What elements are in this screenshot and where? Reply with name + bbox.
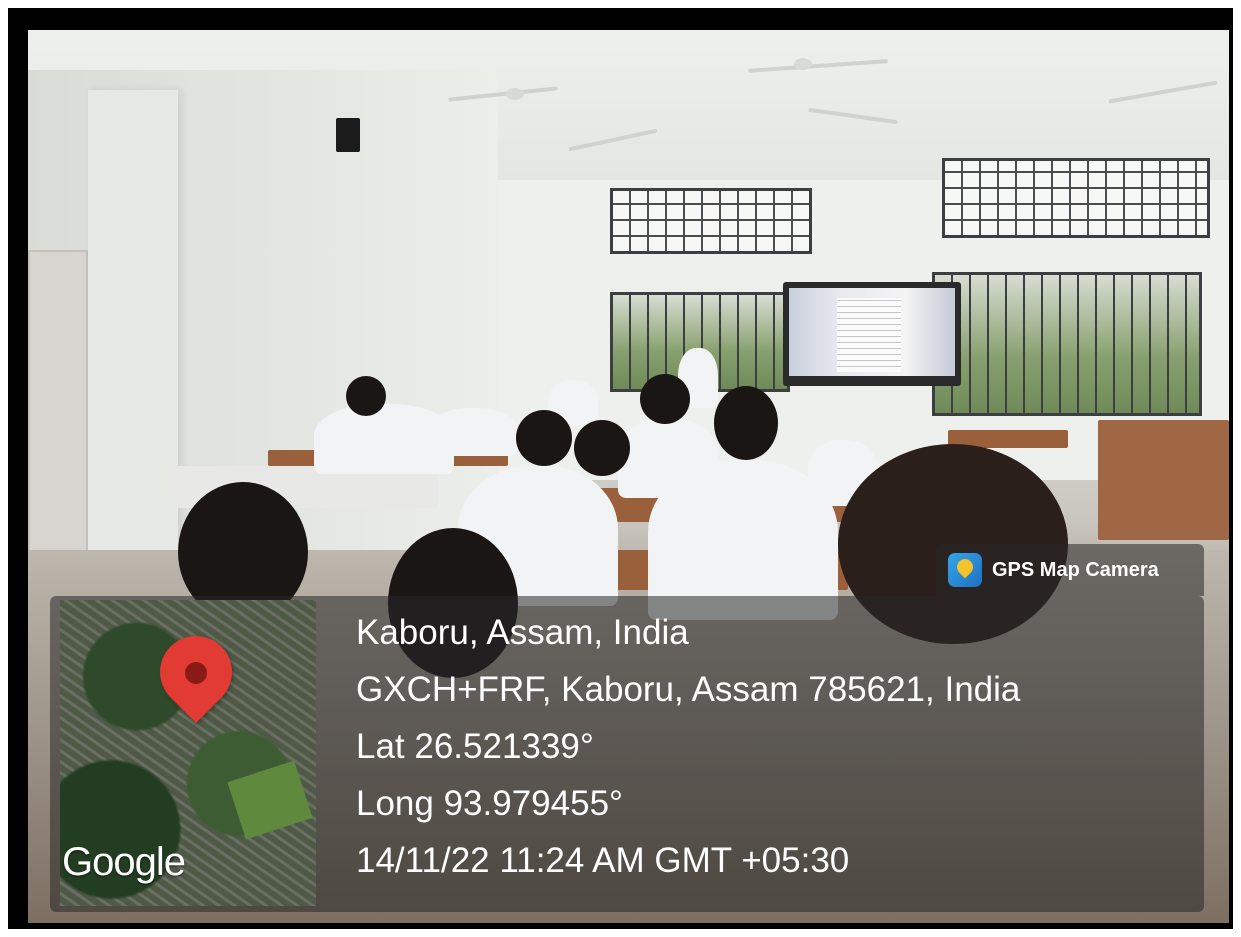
- photo-frame: GPS Map Camera Google Kaboru, Assam, Ind…: [8, 8, 1233, 929]
- student-head: [574, 420, 630, 476]
- door: [28, 250, 88, 580]
- student: [428, 408, 518, 456]
- lower-window: [932, 272, 1202, 416]
- student-head: [640, 374, 690, 424]
- wall-speaker: [336, 118, 360, 152]
- gps-map-camera-icon: [948, 553, 982, 587]
- gps-app-label: GPS Map Camera: [992, 559, 1159, 581]
- location-pin-dot: [185, 662, 207, 684]
- longitude: Long 93.979455°: [356, 784, 624, 823]
- pillar: [88, 90, 178, 570]
- slide-document: [837, 298, 901, 372]
- address: GXCH+FRF, Kaboru, Assam 785621, India: [356, 670, 1021, 709]
- gps-app-badge: GPS Map Camera: [936, 544, 1204, 596]
- latitude: Lat 26.521339°: [356, 727, 594, 766]
- google-logo: Google: [62, 840, 186, 884]
- map-thumbnail: Google: [60, 600, 316, 906]
- location-info-overlay: Google Kaboru, Assam, India GXCH+FRF, Ka…: [50, 596, 1204, 912]
- student-head: [516, 410, 572, 466]
- desk: [1098, 420, 1229, 540]
- high-window: [610, 188, 812, 254]
- presentation-screen: [783, 282, 961, 386]
- high-window: [942, 158, 1210, 238]
- datetime: 14/11/22 11:24 AM GMT +05:30: [356, 841, 850, 880]
- student-head: [346, 376, 386, 416]
- map-field: [227, 760, 313, 840]
- screen-display: [789, 288, 955, 376]
- ceiling-fan-hub: [794, 58, 812, 70]
- classroom-photo: GPS Map Camera Google Kaboru, Assam, Ind…: [28, 30, 1229, 923]
- location-title: Kaboru, Assam, India: [356, 613, 689, 652]
- ceiling-fan-hub: [506, 88, 524, 100]
- student-head: [714, 386, 778, 460]
- location-text: Kaboru, Assam, India GXCH+FRF, Kaboru, A…: [356, 604, 1020, 889]
